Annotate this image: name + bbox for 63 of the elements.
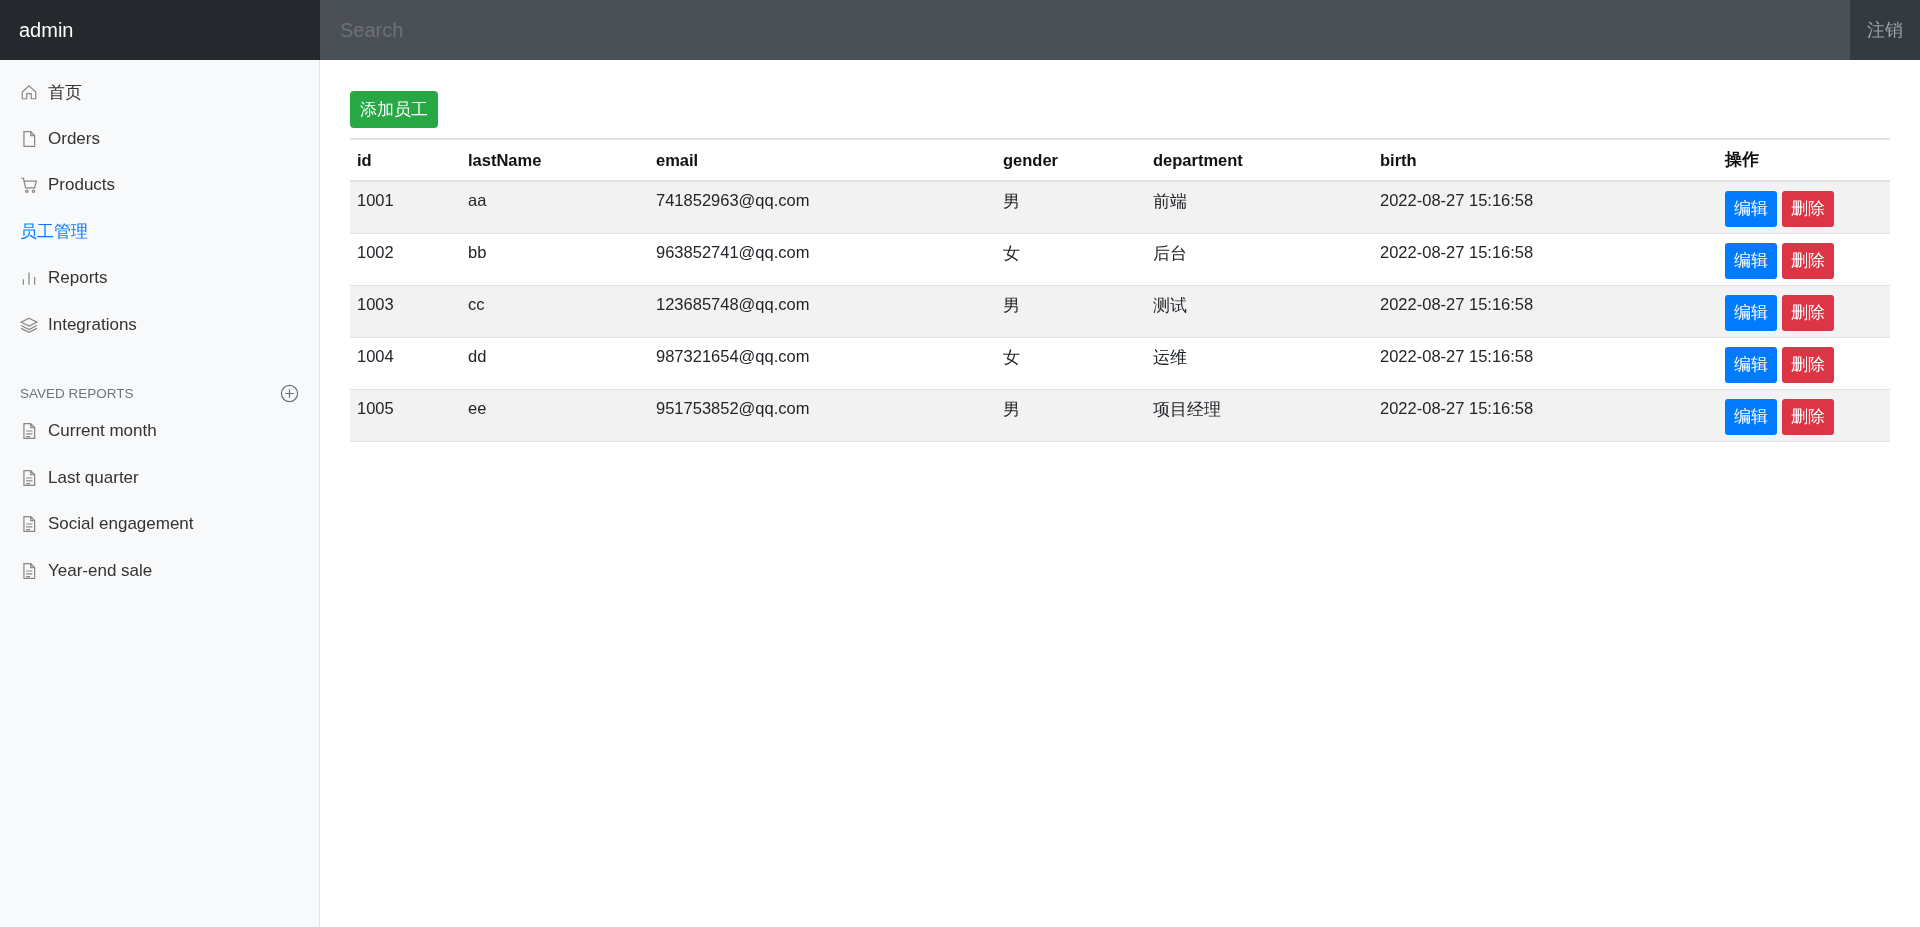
- table-cell: 951753852@qq.com: [656, 398, 810, 417]
- table-cell: 后台: [1153, 243, 1187, 262]
- table-cell: 741852963@qq.com: [656, 191, 810, 209]
- cart-icon: [20, 176, 38, 195]
- table-cell: 男: [1003, 192, 1020, 210]
- edit-button[interactable]: 编辑: [1725, 294, 1777, 331]
- layers-icon: [20, 315, 38, 334]
- table-cell: ee: [468, 398, 487, 417]
- table-cell: bb: [468, 242, 487, 261]
- table-cell: 1004: [357, 346, 394, 365]
- delete-button[interactable]: 删除: [1782, 191, 1834, 227]
- delete-button[interactable]: 删除: [1782, 294, 1834, 331]
- table-cell: 前端: [1153, 192, 1187, 210]
- delete-button[interactable]: 删除: [1782, 242, 1834, 279]
- table-cell: 男: [1003, 295, 1020, 314]
- table-cell: 1003: [357, 294, 394, 313]
- saved-report-item[interactable]: Year-end sale: [0, 547, 319, 594]
- section-heading: SAVED REPORTS: [20, 385, 134, 401]
- table-cell: 2022-08-27 15:16:58: [1380, 398, 1534, 417]
- edit-button[interactable]: 编辑: [1725, 191, 1777, 227]
- table-cell: 963852741@qq.com: [656, 242, 810, 261]
- table-cell: 987321654@qq.com: [656, 346, 810, 365]
- table-cell: 项目经理: [1153, 399, 1221, 418]
- sidebar-item[interactable]: Products: [0, 162, 319, 209]
- table-cell: 1002: [357, 242, 394, 261]
- delete-button[interactable]: 删除: [1782, 346, 1834, 383]
- table-cell: 2022-08-27 15:16:58: [1380, 191, 1534, 209]
- table-cell: cc: [468, 294, 485, 313]
- sidebar-item[interactable]: Orders: [0, 115, 319, 162]
- table-cell: 2022-08-27 15:16:58: [1380, 346, 1534, 365]
- table-cell: 运维: [1153, 347, 1187, 366]
- sidebar-item[interactable]: Integrations: [0, 301, 319, 348]
- document-icon: [20, 468, 38, 487]
- document-icon: [20, 561, 38, 580]
- document-icon: [20, 515, 38, 534]
- bars-icon: [20, 269, 38, 288]
- saved-report-item[interactable]: Social engagement: [0, 501, 319, 548]
- table-cell: 2022-08-27 15:16:58: [1380, 242, 1534, 261]
- table-cell: 1001: [357, 191, 394, 209]
- edit-button[interactable]: 编辑: [1725, 242, 1777, 279]
- table-cell: 123685748@qq.com: [656, 294, 810, 313]
- sidebar-item[interactable]: Reports: [0, 255, 319, 302]
- table-cell: 女: [1003, 347, 1020, 366]
- table-cell: aa: [468, 191, 487, 209]
- delete-button[interactable]: 删除: [1782, 398, 1834, 435]
- table-cell: dd: [468, 346, 487, 365]
- file-icon: [20, 129, 38, 148]
- add-circle-icon[interactable]: [280, 383, 299, 403]
- edit-button[interactable]: 编辑: [1725, 398, 1777, 435]
- sidebar-item[interactable]: 首页: [0, 69, 319, 116]
- table-cell: 2022-08-27 15:16:58: [1380, 294, 1534, 313]
- table-cell: 女: [1003, 243, 1020, 262]
- sidebar-item[interactable]: 员工管理: [0, 208, 319, 255]
- table-cell: 男: [1003, 399, 1020, 418]
- document-icon: [20, 422, 38, 441]
- table-cell: 1005: [357, 398, 394, 417]
- brand-title[interactable]: admin: [0, 0, 320, 60]
- saved-report-item[interactable]: Current month: [0, 408, 319, 455]
- edit-button[interactable]: 编辑: [1725, 346, 1777, 383]
- add-employee-button[interactable]: 添加员工: [350, 91, 438, 128]
- home-icon: [20, 83, 38, 102]
- table-cell: 测试: [1153, 295, 1187, 314]
- saved-report-item[interactable]: Last quarter: [0, 454, 319, 501]
